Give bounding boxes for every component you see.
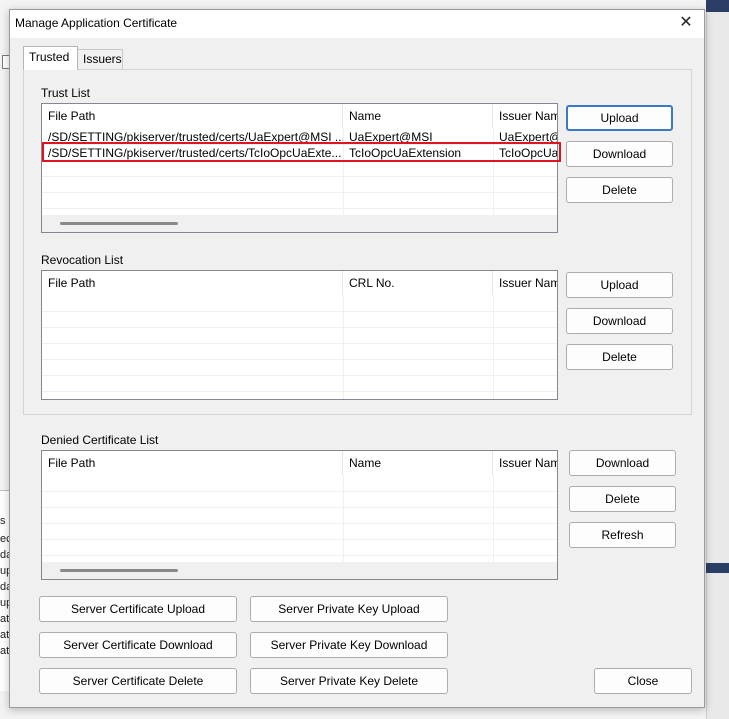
horizontal-scrollbar[interactable] xyxy=(42,562,557,579)
server-certificate-delete-button[interactable]: Server Certificate Delete xyxy=(39,668,237,694)
server-private-key-delete-button[interactable]: Server Private Key Delete xyxy=(250,668,448,694)
cell-file-path: /SD/SETTING/pkiserver/trusted/certs/TcIo… xyxy=(48,146,342,160)
column-header-issuer-name[interactable]: Issuer Nam xyxy=(493,104,557,128)
trust-list-delete-button[interactable]: Delete xyxy=(566,177,673,203)
trust-list-label: Trust List xyxy=(41,86,90,100)
column-header-file-path[interactable]: File Path xyxy=(42,271,343,295)
revocation-list-upload-button[interactable]: Upload xyxy=(566,272,673,298)
grid-line xyxy=(42,491,557,492)
table-row[interactable]: /SD/SETTING/pkiserver/trusted/certs/UaEx… xyxy=(42,129,557,145)
grid-line xyxy=(42,375,557,376)
column-header-name[interactable]: Name xyxy=(343,104,493,128)
grid-line xyxy=(42,391,557,392)
scrollbar-thumb[interactable] xyxy=(60,222,178,225)
horizontal-scrollbar[interactable] xyxy=(42,215,557,232)
revocation-list-download-button[interactable]: Download xyxy=(566,308,673,334)
cell-name: UaExpert@MSI xyxy=(349,130,433,144)
cell-issuer-name: UaExpert@I xyxy=(499,130,558,144)
grid-line xyxy=(42,192,557,193)
cell-file-path: /SD/SETTING/pkiserver/trusted/certs/UaEx… xyxy=(48,130,343,144)
grid-line xyxy=(42,176,557,177)
denied-list-refresh-button[interactable]: Refresh xyxy=(569,522,676,548)
dialog-titlebar[interactable]: Manage Application Certificate ✕ xyxy=(10,10,704,38)
column-header-issuer-name[interactable]: Issuer Nam xyxy=(493,451,557,475)
denied-certificate-list-table[interactable]: File Path Name Issuer Nam xyxy=(41,450,558,580)
background-right-band xyxy=(706,563,729,573)
trust-list-table[interactable]: File Path Name Issuer Nam /SD/SETTING/pk… xyxy=(41,103,558,233)
server-private-key-upload-button[interactable]: Server Private Key Upload xyxy=(250,596,448,622)
grid-line xyxy=(343,475,344,563)
denied-list-download-button[interactable]: Download xyxy=(569,450,676,476)
close-button[interactable]: Close xyxy=(594,668,692,694)
grid-line xyxy=(42,507,557,508)
server-certificate-download-button[interactable]: Server Certificate Download xyxy=(39,632,237,658)
revocation-list-table[interactable]: File Path CRL No. Issuer Nam xyxy=(41,270,558,400)
tab-issuers[interactable]: Issuers xyxy=(77,49,123,70)
grid-line xyxy=(42,343,557,344)
column-header-file-path[interactable]: File Path xyxy=(42,451,343,475)
grid-line xyxy=(42,359,557,360)
close-icon[interactable]: ✕ xyxy=(674,12,698,34)
table-row[interactable]: /SD/SETTING/pkiserver/trusted/certs/TcIo… xyxy=(42,145,557,161)
dialog-title: Manage Application Certificate xyxy=(15,16,178,30)
grid-line xyxy=(42,311,557,312)
trust-list-upload-button[interactable]: Upload xyxy=(566,105,673,131)
grid-line xyxy=(493,475,494,563)
revocation-list-label: Revocation List xyxy=(41,253,124,267)
trust-list-header: File Path Name Issuer Nam xyxy=(42,104,557,128)
server-certificate-upload-button[interactable]: Server Certificate Upload xyxy=(39,596,237,622)
grid-line xyxy=(42,555,557,556)
scrollbar-thumb[interactable] xyxy=(60,569,178,572)
grid-line xyxy=(42,327,557,328)
trust-list-download-button[interactable]: Download xyxy=(566,141,673,167)
cell-issuer-name: TcIoOpcUa xyxy=(499,146,558,160)
cell-name: TcIoOpcUaExtension xyxy=(349,146,462,160)
tab-trusted[interactable]: Trusted xyxy=(23,46,78,70)
server-private-key-download-button[interactable]: Server Private Key Download xyxy=(250,632,448,658)
revocation-list-delete-button[interactable]: Delete xyxy=(566,344,673,370)
denied-list-header: File Path Name Issuer Nam xyxy=(42,451,557,475)
grid-line xyxy=(42,208,557,209)
grid-line xyxy=(42,539,557,540)
denied-list-delete-button[interactable]: Delete xyxy=(569,486,676,512)
column-header-file-path[interactable]: File Path xyxy=(42,104,343,128)
grid-line xyxy=(42,523,557,524)
revocation-list-header: File Path CRL No. Issuer Nam xyxy=(42,271,557,295)
denied-certificate-list-label: Denied Certificate List xyxy=(41,433,159,447)
manage-application-certificate-dialog: Manage Application Certificate ✕ Issuers… xyxy=(9,9,705,708)
column-header-name[interactable]: Name xyxy=(343,451,493,475)
column-header-issuer-name[interactable]: Issuer Nam xyxy=(493,271,557,295)
background-right-titleband xyxy=(706,0,729,12)
column-header-crl-no[interactable]: CRL No. xyxy=(343,271,493,295)
background-right-panel xyxy=(706,0,729,719)
